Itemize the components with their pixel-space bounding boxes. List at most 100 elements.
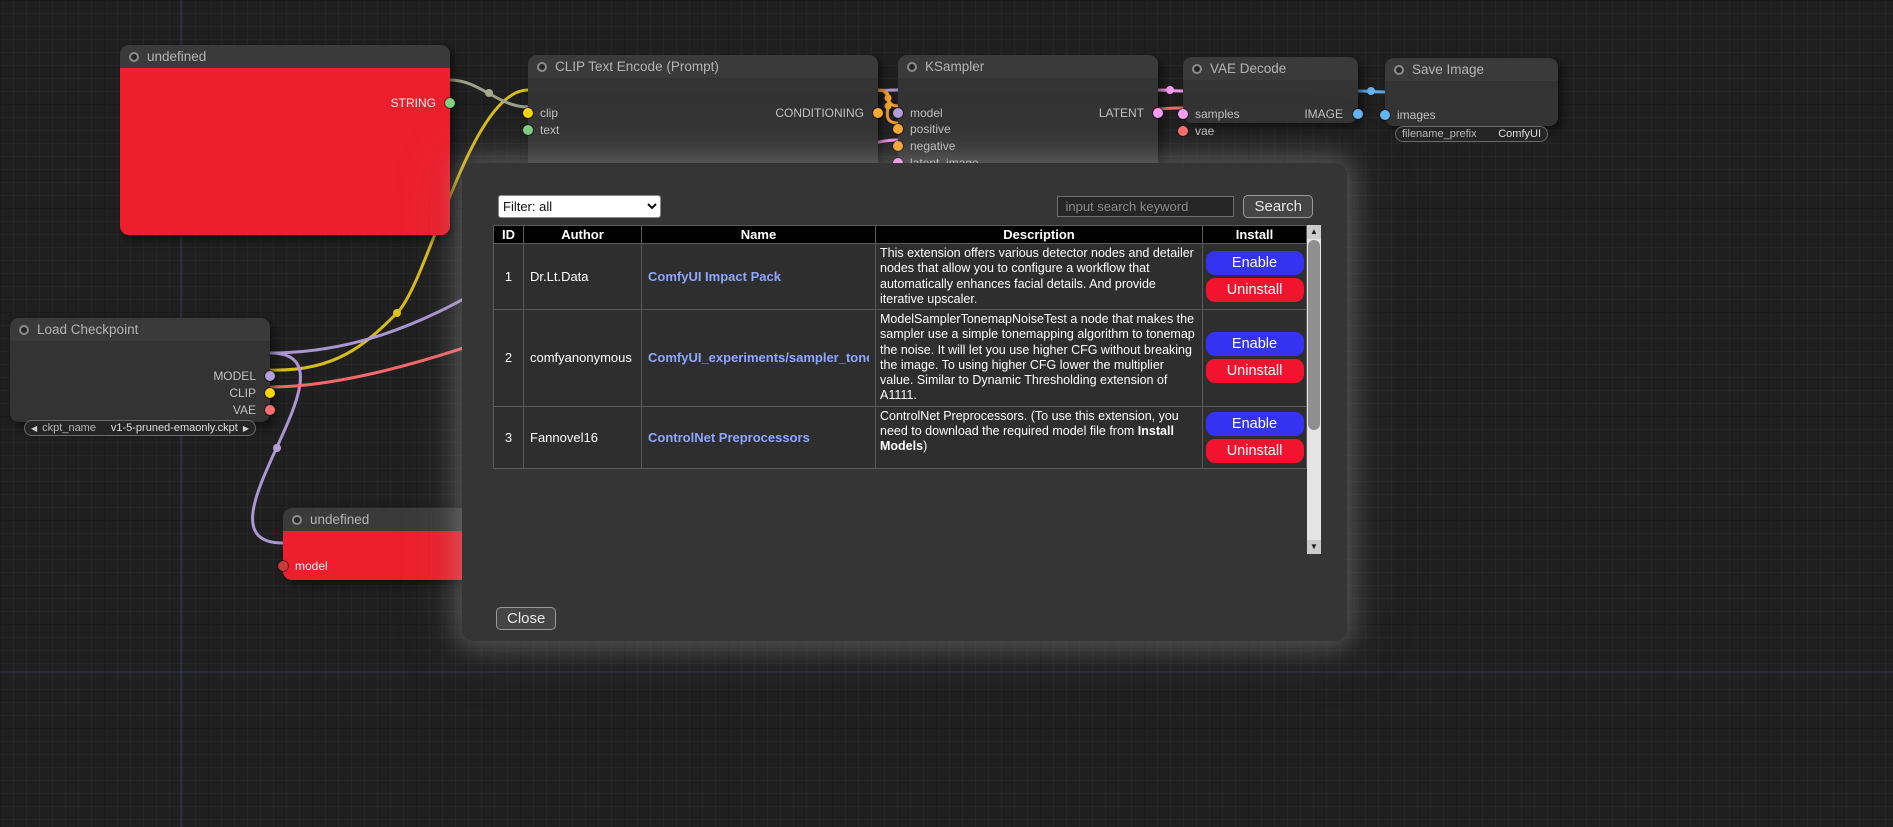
- collapse-dot-icon[interactable]: [1394, 65, 1404, 75]
- input-slot-images[interactable]: [1380, 110, 1390, 120]
- input-slot-model[interactable]: [278, 561, 288, 571]
- header-name: Name: [642, 226, 876, 244]
- search-input[interactable]: [1057, 196, 1234, 217]
- node-title: KSampler: [925, 59, 984, 74]
- collapse-dot-icon[interactable]: [292, 515, 302, 525]
- input-slot-clip[interactable]: [523, 108, 533, 118]
- widget-increment-icon[interactable]: ▶: [243, 424, 249, 433]
- extension-name-link[interactable]: ControlNet Preprocessors: [648, 430, 869, 445]
- cell-install: Enable Uninstall: [1203, 406, 1307, 468]
- cell-description: This extension offers various detector n…: [876, 244, 1203, 310]
- header-install: Install: [1203, 226, 1307, 244]
- table-header-row: ID Author Name Description Install: [494, 226, 1307, 244]
- output-label-image: IMAGE: [1304, 108, 1343, 120]
- uninstall-button[interactable]: Uninstall: [1206, 439, 1304, 463]
- extension-name-link[interactable]: ComfyUI_experiments/sampler_tonemap: [648, 350, 869, 365]
- graph-canvas[interactable]: undefined STRING CLIP Text Encode (Promp…: [0, 0, 1893, 827]
- scroll-down-icon[interactable]: ▼: [1307, 540, 1321, 554]
- node-undefined-top[interactable]: undefined STRING: [120, 45, 450, 235]
- link-midpoint-dot: [1367, 87, 1375, 95]
- output-label-model: MODEL: [213, 370, 256, 382]
- filename-prefix-widget[interactable]: filename_prefix ComfyUI: [1395, 126, 1548, 142]
- table-row: 3 Fannovel16 ControlNet Preprocessors Co…: [494, 406, 1307, 468]
- output-slot-clip[interactable]: [265, 388, 275, 398]
- node-titlebar[interactable]: Save Image: [1385, 58, 1558, 81]
- input-slot-text[interactable]: [523, 125, 533, 135]
- input-label-model: model: [295, 560, 328, 572]
- node-body: MODEL CLIP VAE ◀ ckpt_name v1-5-pruned-e…: [10, 341, 270, 422]
- header-id: ID: [494, 226, 524, 244]
- collapse-dot-icon[interactable]: [19, 325, 29, 335]
- extension-name-link[interactable]: ComfyUI Impact Pack: [648, 269, 869, 284]
- input-label-negative: negative: [910, 140, 955, 152]
- output-label-vae: VAE: [233, 404, 256, 416]
- cell-author: Fannovel16: [524, 406, 642, 468]
- input-label-model: model: [910, 107, 943, 119]
- input-label-vae: vae: [1195, 125, 1214, 137]
- cell-install: Enable Uninstall: [1203, 244, 1307, 310]
- input-slot-positive[interactable]: [893, 124, 903, 134]
- enable-button[interactable]: Enable: [1206, 251, 1304, 275]
- cell-author: Dr.Lt.Data: [524, 244, 642, 310]
- node-titlebar[interactable]: CLIP Text Encode (Prompt): [528, 55, 878, 78]
- collapse-dot-icon[interactable]: [129, 52, 139, 62]
- widget-value: v1-5-pruned-emaonly.ckpt: [111, 422, 238, 434]
- header-description: Description: [876, 226, 1203, 244]
- input-label-samples: samples: [1195, 108, 1240, 120]
- node-titlebar[interactable]: VAE Decode: [1183, 57, 1358, 80]
- link-midpoint-dot: [885, 95, 892, 102]
- table-row: 2 comfyanonymous ComfyUI_experiments/sam…: [494, 310, 1307, 407]
- uninstall-button[interactable]: Uninstall: [1206, 278, 1304, 302]
- node-title: undefined: [147, 49, 206, 64]
- search-button[interactable]: Search: [1243, 195, 1313, 218]
- input-slot-samples[interactable]: [1178, 109, 1188, 119]
- input-slot-vae[interactable]: [1178, 126, 1188, 136]
- filter-select[interactable]: Filter: all: [498, 195, 661, 218]
- enable-button[interactable]: Enable: [1206, 412, 1304, 436]
- node-save-image[interactable]: Save Image images filename_prefix ComfyU…: [1385, 58, 1558, 126]
- uninstall-button[interactable]: Uninstall: [1206, 359, 1304, 383]
- output-slot-string[interactable]: [445, 98, 455, 108]
- collapse-dot-icon[interactable]: [907, 62, 917, 72]
- node-titlebar[interactable]: Load Checkpoint: [10, 318, 270, 341]
- collapse-dot-icon[interactable]: [1192, 64, 1202, 74]
- output-slot-latent[interactable]: [1153, 108, 1163, 118]
- output-slot-image[interactable]: [1353, 109, 1363, 119]
- node-vae-decode[interactable]: VAE Decode samples vae IMAGE: [1183, 57, 1358, 123]
- scroll-up-icon[interactable]: ▲: [1307, 225, 1321, 239]
- node-load-checkpoint[interactable]: Load Checkpoint MODEL CLIP VAE ◀ ckpt_na…: [10, 318, 270, 422]
- dialog-topbar: Filter: all Search: [498, 193, 1313, 219]
- input-slot-negative[interactable]: [893, 141, 903, 151]
- table-scrollbar[interactable]: ▲ ▼: [1307, 225, 1321, 554]
- output-label-string: STRING: [391, 97, 436, 109]
- widget-value: ComfyUI: [1498, 128, 1541, 140]
- output-slot-vae[interactable]: [265, 405, 275, 415]
- collapse-dot-icon[interactable]: [537, 62, 547, 72]
- output-slot-conditioning[interactable]: [873, 108, 883, 118]
- node-titlebar[interactable]: KSampler: [898, 55, 1158, 78]
- node-title: Save Image: [1412, 62, 1484, 77]
- cell-install: Enable Uninstall: [1203, 310, 1307, 407]
- output-slot-model[interactable]: [265, 371, 275, 381]
- widget-decrement-icon[interactable]: ◀: [31, 424, 37, 433]
- extensions-table-wrap: ID Author Name Description Install 1 Dr.…: [493, 225, 1306, 469]
- node-undefined-bottom[interactable]: undefined model: [283, 508, 473, 580]
- node-titlebar[interactable]: undefined: [283, 508, 473, 531]
- ckpt-name-widget[interactable]: ◀ ckpt_name v1-5-pruned-emaonly.ckpt ▶: [24, 420, 256, 436]
- input-slot-model[interactable]: [893, 108, 903, 118]
- custom-nodes-dialog: Filter: all Search ID Author Name Descri…: [462, 163, 1347, 641]
- input-label-positive: positive: [910, 123, 951, 135]
- link-midpoint-dot: [393, 309, 401, 317]
- output-label-conditioning: CONDITIONING: [775, 107, 864, 119]
- close-button[interactable]: Close: [496, 607, 556, 630]
- node-title: CLIP Text Encode (Prompt): [555, 59, 719, 74]
- widget-label: ckpt_name: [42, 422, 96, 434]
- node-titlebar[interactable]: undefined: [120, 45, 450, 68]
- scrollbar-thumb[interactable]: [1308, 240, 1320, 430]
- node-title: VAE Decode: [1210, 61, 1286, 76]
- enable-button[interactable]: Enable: [1206, 332, 1304, 356]
- cell-id: 1: [494, 244, 524, 310]
- cell-author: comfyanonymous: [524, 310, 642, 407]
- node-body: images filename_prefix ComfyUI: [1385, 81, 1558, 126]
- link-midpoint-dot: [485, 89, 493, 97]
